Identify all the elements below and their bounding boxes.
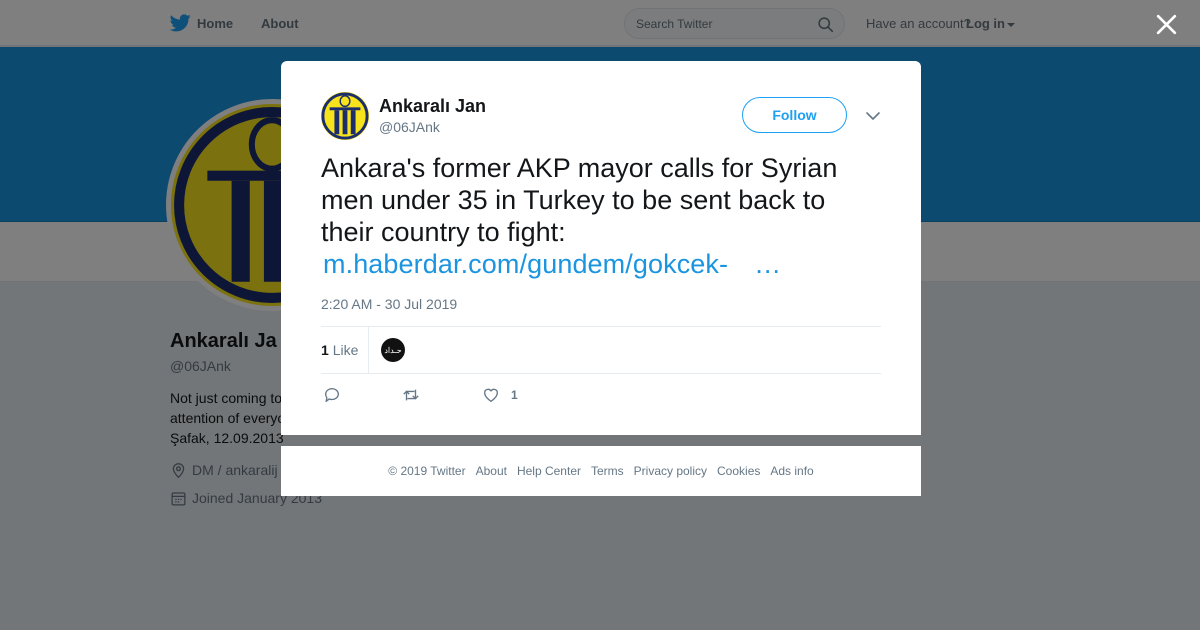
heart-icon <box>484 388 498 402</box>
tweet-stats: 1 Like حـداد <box>321 326 881 374</box>
footer-link-about[interactable]: About <box>476 464 507 478</box>
like-count-stat[interactable]: 1 Like <box>321 342 358 358</box>
author-avatar[interactable] <box>321 92 369 140</box>
reply-button[interactable] <box>323 384 341 406</box>
tweet-actions: 1 <box>321 384 881 406</box>
footer-link-privacy[interactable]: Privacy policy <box>634 464 707 478</box>
footer-link-cookies[interactable]: Cookies <box>717 464 760 478</box>
club-crest-image <box>321 92 369 140</box>
tweet-text: Ankara's former AKP mayor calls for Syri… <box>321 152 881 280</box>
chevron-down-icon[interactable] <box>865 108 881 124</box>
footer-link-terms[interactable]: Terms <box>591 464 624 478</box>
stats-divider <box>368 327 369 373</box>
close-icon[interactable] <box>1154 12 1179 37</box>
follow-button[interactable]: Follow <box>742 97 847 133</box>
tweet-modal: Ankaralı Jan @06JAnk Follow Ankara's for… <box>281 61 921 435</box>
footer-link-ads-info[interactable]: Ads info <box>770 464 813 478</box>
liker-avatar[interactable]: حـداد <box>381 338 405 362</box>
like-label: Like <box>332 342 359 358</box>
author-name[interactable]: Ankaralı Jan <box>379 96 486 117</box>
tweet-link[interactable]: m.haberdar.com/gundem/gokcek- <box>323 248 728 280</box>
modal-footer: © 2019 Twitter About Help Center Terms P… <box>281 446 921 496</box>
retweet-button[interactable] <box>402 384 420 406</box>
retweet-icon <box>403 389 419 401</box>
like-count: 1 <box>321 342 329 358</box>
tweet-timestamp[interactable]: 2:20 AM - 30 Jul 2019 <box>321 296 457 312</box>
footer-copyright: © 2019 Twitter <box>388 464 466 478</box>
like-button[interactable]: 1 <box>482 384 518 406</box>
tweet-body: Ankara's former AKP mayor calls for Syri… <box>321 153 838 247</box>
tweet-link-ellipsis: … <box>754 249 782 279</box>
reply-icon <box>325 388 339 402</box>
author-handle[interactable]: @06JAnk <box>379 119 440 135</box>
like-action-count: 1 <box>511 388 518 402</box>
footer-link-help-center[interactable]: Help Center <box>517 464 581 478</box>
